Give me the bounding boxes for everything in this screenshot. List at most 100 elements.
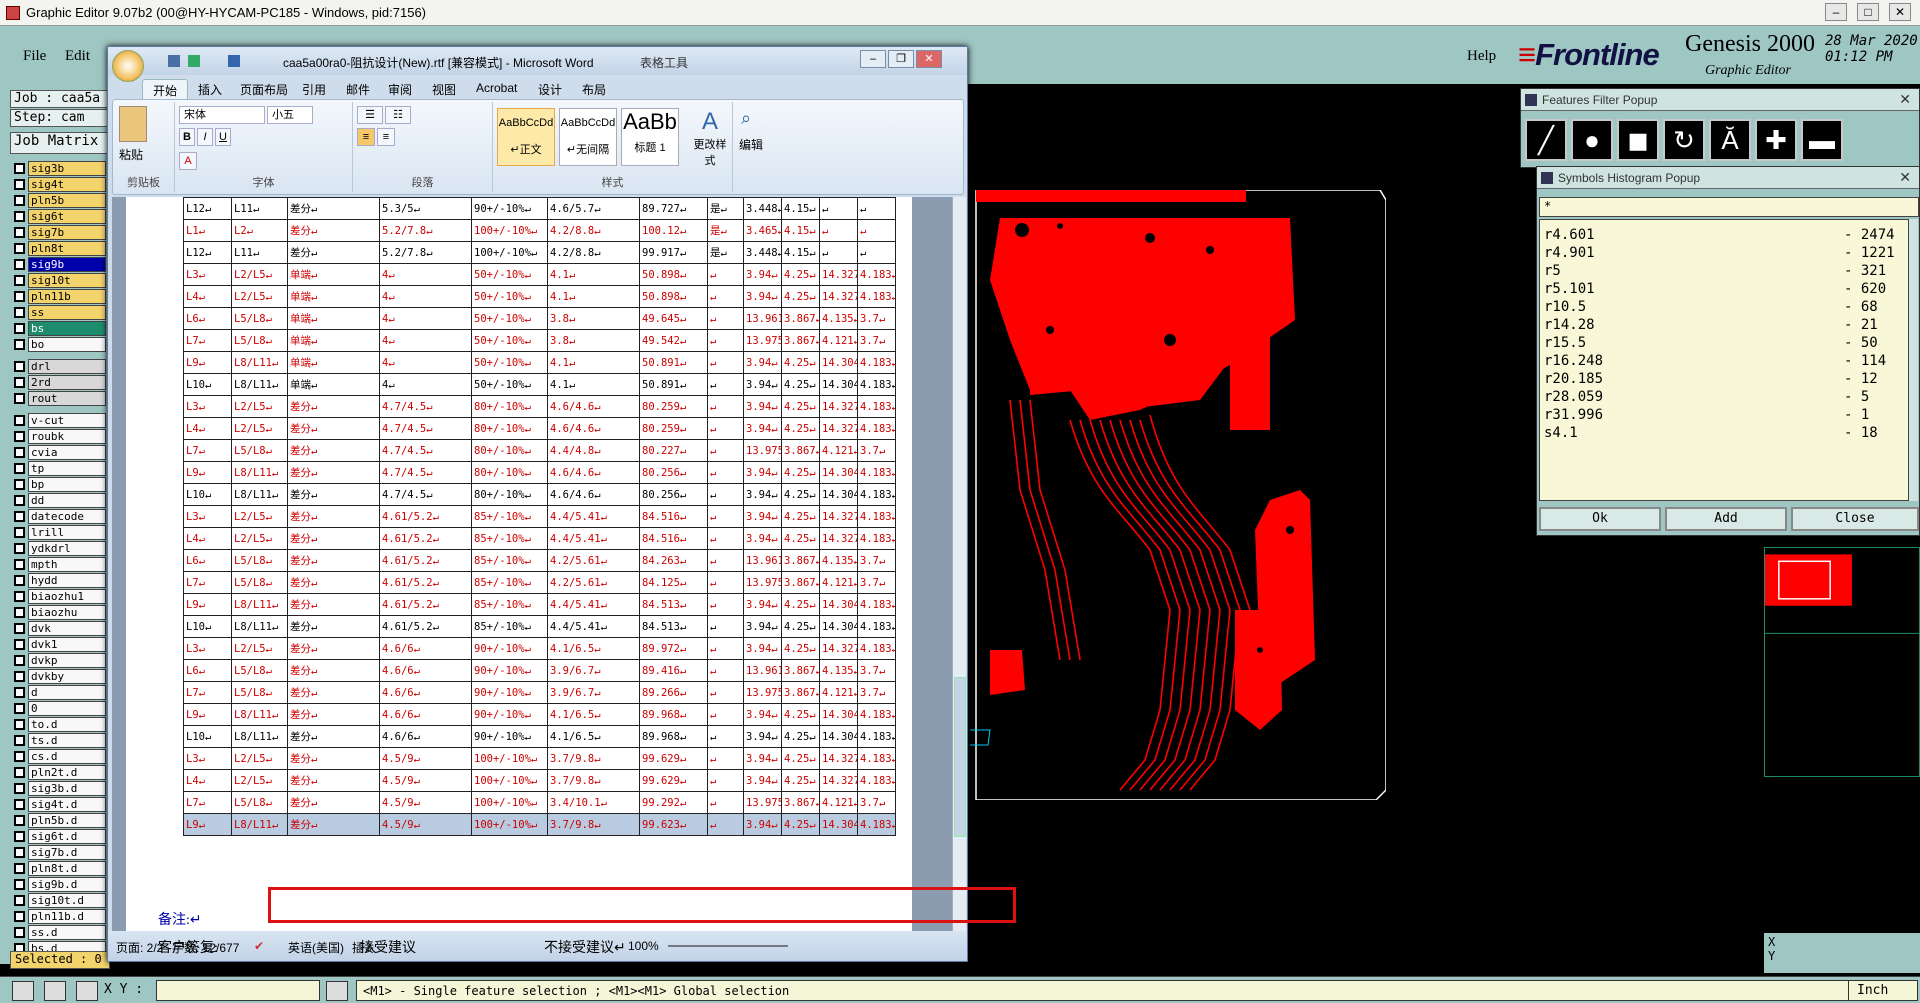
save-icon[interactable] — [168, 55, 180, 67]
table-cell[interactable]: 差分↵ — [287, 549, 380, 572]
table-cell[interactable]: L11↵ — [231, 197, 288, 220]
table-cell[interactable]: 差分↵ — [287, 725, 380, 748]
layer-name[interactable]: sig3b — [28, 160, 106, 176]
table-cell[interactable]: L2/L5↵ — [231, 505, 288, 528]
table-cell[interactable]: L3↵ — [183, 395, 232, 418]
table-cell[interactable]: 89.968↵ — [639, 703, 708, 726]
maximize-button[interactable]: □ — [1857, 3, 1879, 21]
layer-name[interactable]: bs — [28, 320, 106, 336]
layer-name[interactable]: sig6t.d — [28, 828, 106, 844]
table-cell[interactable]: 4.7/4.5↵ — [379, 461, 472, 484]
bullets-button[interactable]: ☰ — [357, 106, 383, 124]
table-row[interactable]: L7↵ L5/L8↵ 差分↵ 4.7/4.5↵ 80+/-10%↵ 4.4/4.8↵ 80.… — [183, 439, 896, 462]
table-cell[interactable]: 差分↵ — [287, 527, 380, 550]
table-cell[interactable]: 4.135↵ — [819, 659, 858, 682]
symbol-row[interactable]: r14.28 - 21 — [1544, 316, 1904, 334]
add-button[interactable]: Add — [1665, 507, 1787, 531]
table-cell[interactable]: 差分↵ — [287, 615, 380, 638]
table-cell[interactable]: 3.94↵ — [743, 263, 782, 286]
table-cell[interactable]: 13.961↵ — [743, 659, 782, 682]
table-cell[interactable]: ↵ — [707, 505, 744, 528]
table-cell[interactable]: 100.12↵ — [639, 219, 708, 242]
layer-checkbox[interactable] — [14, 226, 25, 238]
table-cell[interactable]: 84.513↵ — [639, 593, 708, 616]
symbol-row[interactable]: s4.1 - 18 — [1544, 424, 1904, 442]
layer-checkbox[interactable] — [14, 290, 25, 302]
layer-checkbox[interactable] — [14, 910, 25, 922]
layer-row[interactable]: pln5b — [14, 192, 106, 208]
table-cell[interactable]: L6↵ — [183, 659, 232, 682]
layer-name[interactable]: pln11b — [28, 288, 106, 304]
table-cell[interactable]: ↵ — [819, 241, 858, 264]
overview-map[interactable] — [1764, 547, 1920, 777]
table-cell[interactable]: 99.623↵ — [639, 813, 708, 836]
table-cell[interactable]: 4.183↵ — [857, 395, 896, 418]
table-cell[interactable]: 4.2/8.8↵ — [547, 241, 640, 264]
layer-checkbox[interactable] — [14, 766, 25, 778]
layer-row[interactable]: bp — [14, 476, 106, 492]
layer-checkbox[interactable] — [14, 622, 25, 634]
table-row[interactable]: L1↵ L2↵ 差分↵ 5.2/7.8↵ 100+/-10%↵ 4.2/8.8↵ 100.1… — [183, 219, 896, 242]
symbol-row[interactable]: r15.5 - 50 — [1544, 334, 1904, 352]
table-row[interactable]: L12↵ L11↵ 差分↵ 5.3/5↵ 90+/-10%↵ 4.6/5.7↵ 89.727… — [183, 197, 896, 220]
table-cell[interactable]: 14.304↵ — [819, 813, 858, 836]
table-cell[interactable]: 4.135↵ — [819, 307, 858, 330]
ribbon-tab[interactable]: 布局 — [572, 79, 616, 99]
layer-name[interactable]: rout — [28, 390, 106, 406]
zoom-slider[interactable] — [668, 945, 788, 947]
table-cell[interactable]: L8/L11↵ — [231, 373, 288, 396]
layer-name[interactable]: dvk1 — [28, 636, 106, 652]
table-cell[interactable]: 4.25↵ — [781, 395, 820, 418]
layer-checkbox[interactable] — [14, 510, 25, 522]
layer-row[interactable]: 0 — [14, 700, 106, 716]
layer-checkbox[interactable] — [14, 274, 25, 286]
table-cell[interactable]: L9↵ — [183, 813, 232, 836]
layer-name[interactable]: sig4t — [28, 176, 106, 192]
table-cell[interactable]: L11↵ — [231, 241, 288, 264]
table-cell[interactable]: 4.1↵ — [547, 263, 640, 286]
layer-row[interactable]: 2rd — [14, 374, 106, 390]
table-cell[interactable]: 单端↵ — [287, 329, 380, 352]
table-cell[interactable]: 单端↵ — [287, 307, 380, 330]
table-cell[interactable]: ↵ — [707, 769, 744, 792]
table-cell[interactable]: 差分↵ — [287, 659, 380, 682]
table-cell[interactable]: L5/L8↵ — [231, 329, 288, 352]
layer-checkbox[interactable] — [14, 414, 25, 426]
table-cell[interactable]: 50.898↵ — [639, 285, 708, 308]
table-row[interactable]: L9↵ L8/L11↵ 差分↵ 4.5/9↵ 100+/-10%↵ 3.7/9.8↵ 99.… — [183, 813, 896, 836]
table-cell[interactable]: 单端↵ — [287, 285, 380, 308]
layer-checkbox[interactable] — [14, 494, 25, 506]
table-cell[interactable]: 85+/-10%↵ — [471, 505, 548, 528]
table-cell[interactable]: 80+/-10%↵ — [471, 439, 548, 462]
layer-checkbox[interactable] — [14, 574, 25, 586]
table-cell[interactable]: 14.304↵ — [819, 351, 858, 374]
table-row[interactable]: L3↵ L2/L5↵ 差分↵ 4.6/6↵ 90+/-10%↵ 4.1/6.5↵ 89.97… — [183, 637, 896, 660]
table-cell[interactable]: 14.327↵ — [819, 747, 858, 770]
table-cell[interactable]: 84.513↵ — [639, 615, 708, 638]
text-icon[interactable]: Ᾰ — [1709, 119, 1751, 161]
symbol-row[interactable]: r20.185 - 12 — [1544, 370, 1904, 388]
layer-checkbox[interactable] — [14, 526, 25, 538]
layer-name[interactable]: sig7b.d — [28, 844, 106, 860]
units-selector[interactable]: Inch — [1848, 980, 1918, 1001]
table-cell[interactable]: 50+/-10%↵ — [471, 373, 548, 396]
table-cell[interactable]: 80+/-10%↵ — [471, 461, 548, 484]
close-icon[interactable]: ✕ — [1899, 91, 1911, 108]
layer-row[interactable]: d — [14, 684, 106, 700]
table-cell[interactable]: L8/L11↵ — [231, 461, 288, 484]
table-cell[interactable]: 84.263↵ — [639, 549, 708, 572]
layer-row[interactable]: pln5b.d — [14, 812, 106, 828]
style-option[interactable]: AaBbCcDd ↵正文 — [497, 108, 555, 166]
table-cell[interactable]: 4.25↵ — [781, 263, 820, 286]
layer-row[interactable]: sig9b.d — [14, 876, 106, 892]
table-cell[interactable]: 3.8↵ — [547, 329, 640, 352]
redo-icon[interactable] — [228, 55, 240, 67]
table-cell[interactable]: L4↵ — [183, 527, 232, 550]
table-cell[interactable]: 差分↵ — [287, 439, 380, 462]
table-cell[interactable]: 84.516↵ — [639, 505, 708, 528]
minus-icon[interactable]: ▬ — [1801, 119, 1843, 161]
table-cell[interactable]: 4.7/4.5↵ — [379, 395, 472, 418]
table-cell[interactable]: 4.183↵ — [857, 527, 896, 550]
table-cell[interactable]: ↵ — [707, 791, 744, 814]
table-cell[interactable]: 50.891↵ — [639, 351, 708, 374]
